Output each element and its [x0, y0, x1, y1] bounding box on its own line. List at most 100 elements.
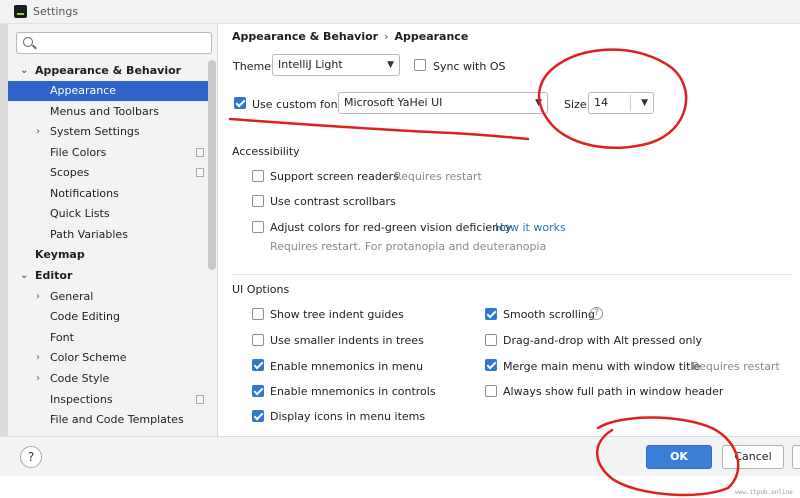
window-title: Settings [33, 5, 79, 18]
screen-readers-label: Support screen readers [270, 170, 399, 183]
chevron-right-icon: › [36, 126, 40, 137]
theme-label: Theme: [233, 60, 275, 73]
sidebar-item-label: Appearance [50, 84, 117, 97]
chevron-down-icon: ▼ [535, 98, 542, 108]
ui-options-heading: UI Options [232, 283, 290, 296]
sidebar-item-font[interactable]: Font [8, 328, 210, 348]
sidebar-item-quick-lists[interactable]: Quick Lists [8, 204, 210, 224]
sidebar-item-label: File and Code Templates [50, 413, 184, 426]
sidebar-item-label: Color Scheme [50, 351, 127, 364]
settings-content: Appearance & Behavior › Appearance Theme: … [218, 24, 800, 436]
merge-main-menu-label: Merge main menu with window title [503, 360, 701, 373]
sidebar-item-label: Inspections [50, 393, 113, 406]
drag-drop-alt-checkbox[interactable] [485, 334, 497, 346]
dialog-footer: ? OK Cancel [0, 436, 800, 476]
sidebar-item-editor[interactable]: ⌄ Editor [8, 266, 210, 286]
size-label: Size: [564, 98, 591, 111]
sidebar-item-appearance[interactable]: Appearance [8, 81, 210, 101]
settings-sidebar: ⌄ Appearance & Behavior Appearance Menus… [8, 24, 218, 436]
mnemonics-menu-checkbox[interactable] [252, 359, 264, 371]
sync-os-label: Sync with OS [433, 60, 506, 73]
sidebar-item-label: Code Editing [50, 310, 120, 323]
icons-menu-items-label: Display icons in menu items [270, 410, 426, 423]
sync-os-checkbox[interactable] [414, 59, 426, 71]
screen-readers-checkbox[interactable] [252, 170, 264, 182]
section-divider [232, 274, 792, 275]
title-bar: Settings [0, 0, 800, 24]
cancel-button[interactable]: Cancel [722, 445, 784, 469]
smaller-indents-checkbox[interactable] [252, 334, 264, 346]
sidebar-item-label: Editor [35, 269, 73, 282]
intellij-app-icon [14, 5, 27, 18]
full-path-header-label: Always show full path in window header [503, 385, 724, 398]
sidebar-item-keymap[interactable]: Keymap [8, 245, 210, 265]
sidebar-scrollbar[interactable] [208, 60, 216, 270]
project-level-icon [196, 148, 204, 157]
search-input[interactable] [16, 32, 212, 54]
full-path-header-checkbox[interactable] [485, 385, 497, 397]
sidebar-item-label: Path Variables [50, 228, 128, 241]
sidebar-item-file-colors[interactable]: File Colors [8, 143, 210, 163]
sidebar-item-system-settings[interactable]: › System Settings [8, 122, 210, 142]
how-it-works-link[interactable]: How it works [495, 221, 566, 234]
sidebar-item-label: Menus and Toolbars [50, 105, 159, 118]
sidebar-item-appearance-behavior[interactable]: ⌄ Appearance & Behavior [8, 61, 210, 81]
apply-button-partial[interactable] [792, 445, 800, 469]
project-level-icon [196, 395, 204, 404]
mnemonics-controls-label: Enable mnemonics in controls [270, 385, 436, 398]
sidebar-item-menus-toolbars[interactable]: Menus and Toolbars [8, 102, 210, 122]
background-window-edge [0, 24, 8, 464]
font-family-dropdown[interactable]: Microsoft YaHei UI ▼ [338, 92, 548, 114]
chevron-down-icon: ⌄ [20, 270, 29, 281]
sidebar-item-label: Keymap [35, 248, 85, 261]
sidebar-item-inspections[interactable]: Inspections [8, 390, 210, 410]
sidebar-item-color-scheme[interactable]: › Color Scheme [8, 348, 210, 368]
accessibility-heading: Accessibility [232, 145, 300, 158]
theme-dropdown[interactable]: IntelliJ Light ▼ [272, 54, 400, 76]
sidebar-item-label: Font [50, 331, 74, 344]
icons-menu-items-checkbox[interactable] [252, 410, 264, 422]
breadcrumb-parent[interactable]: Appearance & Behavior [232, 30, 378, 43]
chevron-right-icon: › [36, 291, 40, 302]
mnemonics-controls-checkbox[interactable] [252, 385, 264, 397]
sidebar-item-label: Code Style [50, 372, 110, 385]
chevron-down-icon: ▼ [641, 98, 648, 108]
ok-button[interactable]: OK [646, 445, 712, 469]
sidebar-item-file-code-templates[interactable]: File and Code Templates [8, 410, 210, 430]
drag-drop-alt-label: Drag-and-drop with Alt pressed only [503, 334, 703, 347]
smooth-scrolling-label: Smooth scrolling [503, 308, 595, 321]
chevron-down-icon: ⌄ [20, 65, 29, 76]
sidebar-item-label: System Settings [50, 125, 140, 138]
sidebar-item-label: Quick Lists [50, 207, 110, 220]
sidebar-item-code-style[interactable]: › Code Style [8, 369, 210, 389]
sidebar-item-scopes[interactable]: Scopes [8, 163, 210, 183]
watermark-text: www.itpub.online [735, 489, 793, 496]
smooth-scrolling-checkbox[interactable] [485, 308, 497, 320]
color-deficiency-checkbox[interactable] [252, 221, 264, 233]
sidebar-item-code-editing[interactable]: Code Editing [8, 307, 210, 327]
font-size-combobox[interactable]: 14 ▼ [588, 92, 654, 114]
breadcrumb-separator: › [384, 30, 389, 43]
help-icon[interactable]: ? [590, 307, 603, 320]
contrast-scrollbars-label: Use contrast scrollbars [270, 195, 396, 208]
screen-readers-hint: Requires restart [394, 170, 482, 183]
smaller-indents-label: Use smaller indents in trees [270, 334, 424, 347]
custom-font-label: Use custom font: [252, 98, 346, 111]
help-button[interactable]: ? [20, 446, 42, 468]
chevron-right-icon: › [36, 352, 40, 363]
sidebar-item-label: Scopes [50, 166, 90, 179]
color-deficiency-hint: Requires restart. For protanopia and deu… [270, 240, 547, 253]
combo-divider [630, 95, 631, 111]
sidebar-item-notifications[interactable]: Notifications [8, 184, 210, 204]
bottom-strip [0, 476, 800, 498]
tree-indent-guides-checkbox[interactable] [252, 308, 264, 320]
sidebar-item-general[interactable]: › General [8, 287, 210, 307]
custom-font-checkbox[interactable] [234, 97, 246, 109]
contrast-scrollbars-checkbox[interactable] [252, 195, 264, 207]
sidebar-item-label: General [50, 290, 94, 303]
sidebar-item-label: Notifications [50, 187, 119, 200]
font-family-value: Microsoft YaHei UI [344, 96, 443, 109]
sidebar-item-path-variables[interactable]: Path Variables [8, 225, 210, 245]
merge-main-menu-checkbox[interactable] [485, 359, 497, 371]
merge-main-menu-hint: Requires restart [692, 360, 780, 373]
